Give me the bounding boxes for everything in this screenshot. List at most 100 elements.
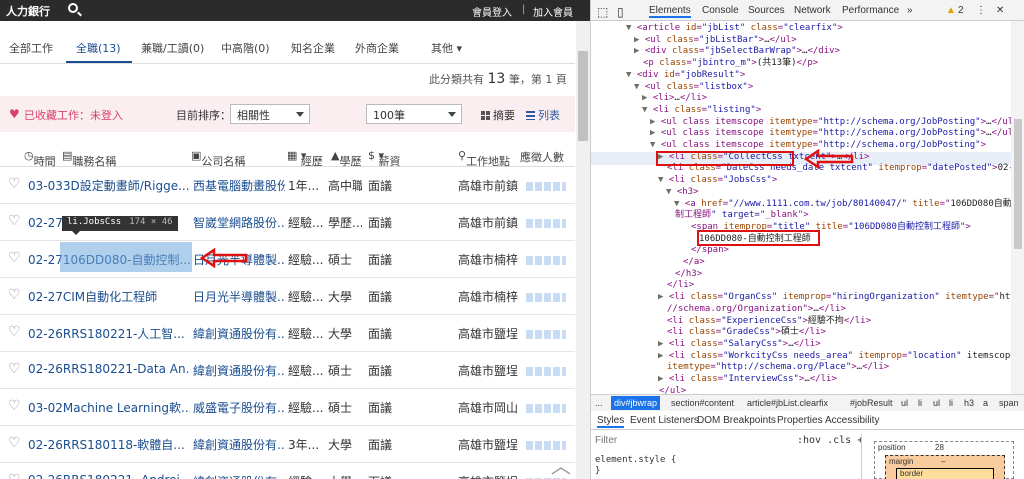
company-link[interactable]: 日月光半導體製... xyxy=(193,288,285,305)
saved-jobs-link[interactable]: 已收藏工作：未登入 xyxy=(24,107,123,123)
favorite-heart-icon[interactable]: ♡ xyxy=(8,398,21,414)
header-exp[interactable]: ▦ 經歷 ▾ xyxy=(287,149,323,168)
tab-event-listeners[interactable]: Event Listeners xyxy=(630,415,699,426)
favorite-heart-icon[interactable]: ♡ xyxy=(8,435,21,451)
table-row[interactable]: ♡ 03-033D設定動畫師/Rigge...西基電腦動畫股份...1年... 高中… xyxy=(0,167,575,204)
tab-senior[interactable]: 中高階(0) xyxy=(221,40,270,56)
dom-node-line[interactable]: ▶ <li class="InterviewCss">…</li> xyxy=(658,373,837,385)
company-link[interactable]: 緯創資通股份有... xyxy=(193,436,285,453)
dom-node-line[interactable]: ▼ <a href="//www.1111.com.tw/job/8014004… xyxy=(674,198,1011,210)
member-login-link[interactable]: 會員登入 xyxy=(472,4,512,19)
breadcrumb-item[interactable]: h3 xyxy=(964,398,974,408)
tab-full-time[interactable]: 全職(13) xyxy=(76,40,121,56)
job-title-link[interactable]: 02-26RRS180221-人工智... xyxy=(28,325,190,342)
header-time[interactable]: ◷ 時間 xyxy=(24,149,56,168)
breadcrumb-item[interactable]: ... xyxy=(595,398,603,408)
dom-node-line[interactable]: ▼ <ul class="listbox"> xyxy=(634,81,753,93)
favorite-heart-icon[interactable]: ♡ xyxy=(8,213,21,229)
job-title-link[interactable]: 03-033D設定動畫師/Rigge... xyxy=(28,177,190,194)
dom-node-line[interactable]: ▶ <ul class itemscope itemtype="http://s… xyxy=(650,116,1011,128)
dom-node-line[interactable]: ▼ <li class="JobsCss"> xyxy=(658,174,777,186)
tab-other[interactable]: 其他 ▾ xyxy=(431,40,462,56)
table-row[interactable]: ♡ 02-26RRS180118-軟體自... 緯創資通股份有... 3年... 大學 面… xyxy=(0,426,575,463)
more-tabs-button[interactable]: » xyxy=(907,5,913,16)
dom-node-line[interactable]: ▶ <li>…</li> xyxy=(642,92,707,104)
breadcrumb-item[interactable]: a xyxy=(983,398,988,408)
job-title-link[interactable]: 02-26RRS180118-軟體自... xyxy=(28,436,190,453)
expand-down-icon[interactable]: ▼ xyxy=(626,23,637,33)
header-title[interactable]: ▤ 職務名稱 xyxy=(62,149,116,168)
tab-sources[interactable]: Sources xyxy=(748,5,785,16)
tab-console[interactable]: Console xyxy=(702,5,739,16)
tab-foreign[interactable]: 外商企業 xyxy=(355,40,399,56)
dom-node-line[interactable]: </a> xyxy=(683,256,705,268)
table-row[interactable]: ♡ 02-26RRS180221-人工智... 緯創資通股份有... 經驗... 大學 面… xyxy=(0,315,575,352)
expand-down-icon[interactable]: ▼ xyxy=(666,187,677,197)
back-to-top-icon[interactable]: ︿ xyxy=(546,450,576,479)
job-title-link[interactable]: 03-02Machine Learning軟... xyxy=(28,399,190,416)
dom-node-line[interactable]: </span> xyxy=(691,244,729,256)
table-row[interactable]: ♡ 03-02Machine Learning軟... 威盛電子股份有... 經驗..… xyxy=(0,389,575,426)
dom-node-line[interactable]: </li> xyxy=(667,279,694,291)
dom-node-line[interactable]: ▶ <div class="jbSelectBarWrap">…</div> xyxy=(634,45,840,57)
dom-node-line[interactable]: ▼ <div id="jobResult"> xyxy=(626,69,745,81)
expand-right-icon[interactable]: ▶ xyxy=(642,93,653,103)
dom-node-line[interactable]: ▼ <li class="listing"> xyxy=(642,104,761,116)
header-company[interactable]: ▣ 公司名稱 xyxy=(191,149,245,168)
dom-node-line[interactable]: ▶ <li class="OrganCss" itemprop="hiringO… xyxy=(658,291,1011,303)
tab-elements[interactable]: Elements xyxy=(649,5,691,18)
company-link[interactable]: 威盛電子股份有... xyxy=(193,399,285,416)
favorite-heart-icon[interactable]: ♡ xyxy=(8,361,21,377)
view-list-button[interactable]: 列表 xyxy=(526,107,560,123)
dom-scrollbar[interactable] xyxy=(1011,21,1024,394)
expand-right-icon[interactable]: ▶ xyxy=(658,292,669,302)
site-logo[interactable]: 人力銀行 xyxy=(6,3,50,19)
header-salary[interactable]: $ 薪資 ▾ xyxy=(368,149,401,168)
tab-performance[interactable]: Performance xyxy=(842,5,899,16)
table-row[interactable]: ♡ 02-26RRS180221-Data An... 緯創資通股份有... 經驗..… xyxy=(0,352,575,389)
favorite-heart-icon[interactable]: ♡ xyxy=(8,324,21,340)
styles-filter-input[interactable]: Filter xyxy=(595,435,617,446)
company-link[interactable]: 西基電腦動畫股份... xyxy=(193,177,285,194)
expand-down-icon[interactable]: ▼ xyxy=(650,140,661,150)
breadcrumb-item[interactable]: #jobResult xyxy=(850,398,893,408)
job-title-link[interactable]: 02-27CIM自動化工程師 xyxy=(28,288,190,305)
table-row[interactable]: ♡ 02-27CIM自動化工程師 日月光半導體製... 經驗... 大學 面議 高雄市楠梓 xyxy=(0,278,575,315)
dom-node-line[interactable]: ▶ <li class="SalaryCss">…</li> xyxy=(658,338,821,350)
breadcrumb-item[interactable]: ul xyxy=(933,398,940,408)
tab-part-time[interactable]: 兼職/工讀(0) xyxy=(141,40,204,56)
dom-node-line[interactable]: ▶ <ul class="jbListBar">…</ul> xyxy=(634,34,797,46)
company-link[interactable]: 緯創資通股份有... xyxy=(193,325,285,342)
header-edu[interactable]: ▲ 學歷 xyxy=(331,149,361,168)
dom-tree[interactable]: ▼ <article id="jbList" class="clearfix">… xyxy=(591,21,1011,394)
expand-down-icon[interactable]: ▼ xyxy=(658,175,669,185)
breadcrumb-item[interactable]: section#content xyxy=(671,398,734,408)
expand-down-icon[interactable]: ▼ xyxy=(634,82,645,92)
close-icon[interactable]: ✕ xyxy=(996,5,1004,16)
breadcrumb-item[interactable]: span xyxy=(999,398,1019,408)
tab-properties[interactable]: Properties xyxy=(777,415,823,426)
expand-right-icon[interactable]: ▶ xyxy=(634,35,645,45)
join-member-link[interactable]: 加入會員 xyxy=(533,4,573,19)
per-page-select[interactable]: 100筆 xyxy=(366,104,462,124)
breadcrumb-item[interactable]: ul xyxy=(901,398,908,408)
tab-dom-breakpoints[interactable]: DOM Breakpoints xyxy=(697,415,776,426)
breadcrumb-item[interactable]: article#jbList.clearfix xyxy=(747,398,828,408)
tab-all-jobs[interactable]: 全部工作 xyxy=(9,40,53,56)
dom-node-line[interactable]: ▼ <h3> xyxy=(666,186,699,198)
dom-node-line[interactable]: ▼ <article id="jbList" class="clearfix"> xyxy=(626,22,843,34)
dom-node-line[interactable]: //schema.org/Organization">…</li> xyxy=(667,303,846,315)
favorite-heart-icon[interactable]: ♡ xyxy=(8,250,21,266)
dom-node-line[interactable]: <li class="GradeCss">碩士</li> xyxy=(667,326,826,338)
expand-right-icon[interactable]: ▶ xyxy=(650,128,661,138)
menu-icon[interactable]: ⋮ xyxy=(976,5,986,16)
tab-network[interactable]: Network xyxy=(794,5,831,16)
warning-icon[interactable]: ▲ xyxy=(946,5,956,16)
dom-node-line[interactable]: <li class="ExperienceCss">經驗不拘</li> xyxy=(667,315,871,327)
scrollbar-thumb[interactable] xyxy=(1014,119,1022,249)
dom-node-line[interactable]: ▶ <li class="WorkcityCss needs_area" ite… xyxy=(658,350,1011,362)
dom-node-line[interactable]: 制工程師" target="_blank"> xyxy=(675,209,809,221)
header-area[interactable]: ⚲ 工作地點 xyxy=(458,149,510,168)
tab-famous[interactable]: 知名企業 xyxy=(291,40,335,56)
company-link[interactable]: 緯創資通股份有... xyxy=(193,473,285,479)
